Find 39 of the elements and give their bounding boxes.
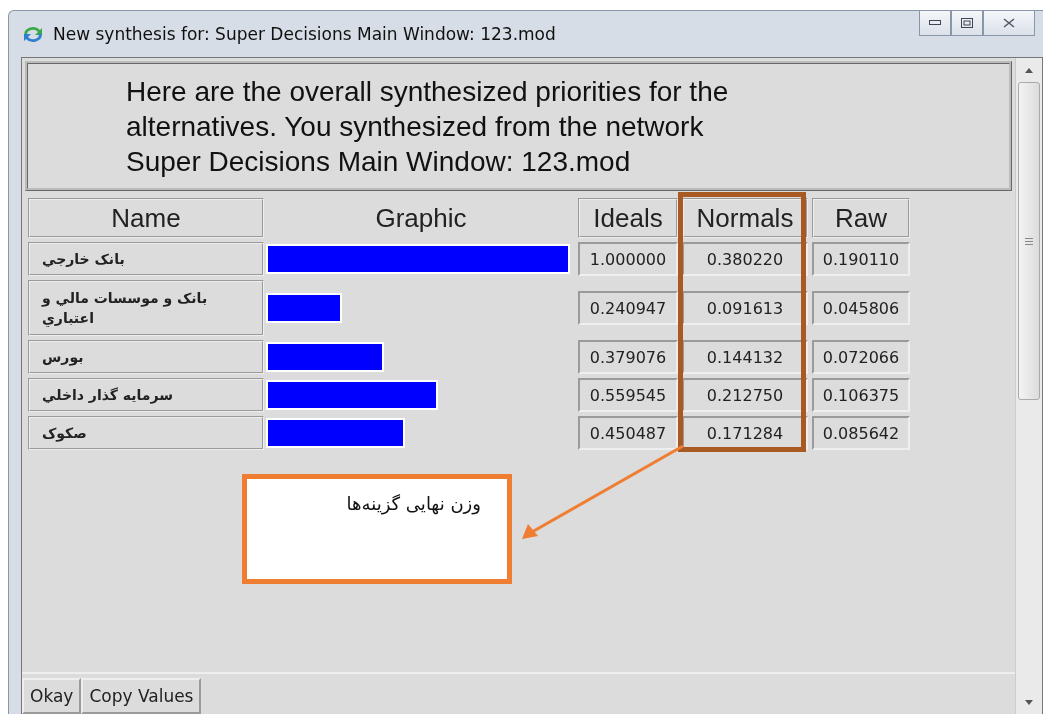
ideals-cell: 0.240947	[578, 291, 678, 325]
minimize-button[interactable]	[919, 11, 951, 36]
message-text: Here are the overall synthesized priorities for the alternatives. You synthesized from the network Super Decisions Main Window: 123.mod	[126, 74, 729, 179]
normals-cell: 0.212750	[682, 378, 808, 412]
column-header: Raw	[812, 198, 910, 238]
scroll-up-icon[interactable]	[1025, 67, 1033, 73]
column-header: Ideals	[578, 198, 678, 238]
name-cell: صکوک	[28, 416, 264, 450]
maximize-button[interactable]	[951, 11, 983, 36]
raw-cell: 0.106375	[812, 378, 910, 412]
close-icon	[1003, 18, 1015, 28]
scroll-down-icon[interactable]	[1025, 699, 1033, 705]
normals-cell: 0.380220	[682, 242, 808, 276]
raw-cell: 0.190110	[812, 242, 910, 276]
grip-icon	[1025, 237, 1033, 245]
normals-cell: 0.171284	[682, 416, 808, 450]
raw-cell: 0.045806	[812, 291, 910, 325]
ideals-cell: 0.379076	[578, 340, 678, 374]
name-cell: بانک و موسسات مالي و اعتباري	[28, 280, 264, 336]
okay-button[interactable]: Okay	[22, 678, 82, 714]
normals-cell: 0.144132	[682, 340, 808, 374]
window-title: New synthesis for: Super Decisions Main Window: 123.mod	[53, 24, 557, 44]
name-cell: بورس	[28, 340, 264, 374]
ideals-cell: 1.000000	[578, 242, 678, 276]
maximize-icon	[961, 18, 973, 28]
ideals-cell: 0.559545	[578, 378, 678, 412]
normals-cell: 0.091613	[682, 291, 808, 325]
column-header: Normals	[682, 198, 808, 238]
minimize-icon	[929, 20, 941, 26]
column-header: Name	[28, 198, 264, 238]
raw-cell: 0.072066	[812, 340, 910, 374]
scrollbar[interactable]	[1015, 58, 1042, 714]
name-cell: بانک خارجي	[28, 242, 264, 276]
raw-cell: 0.085642	[812, 416, 910, 450]
annotation-text: وزن نهایی گزینه‌ها	[346, 493, 481, 514]
column-header: Graphic	[374, 201, 468, 235]
ideals-cell: 0.450487	[578, 416, 678, 450]
copy-values-button[interactable]: Copy Values	[81, 678, 202, 714]
name-cell: سرمايه گذار داخلي	[28, 378, 264, 412]
